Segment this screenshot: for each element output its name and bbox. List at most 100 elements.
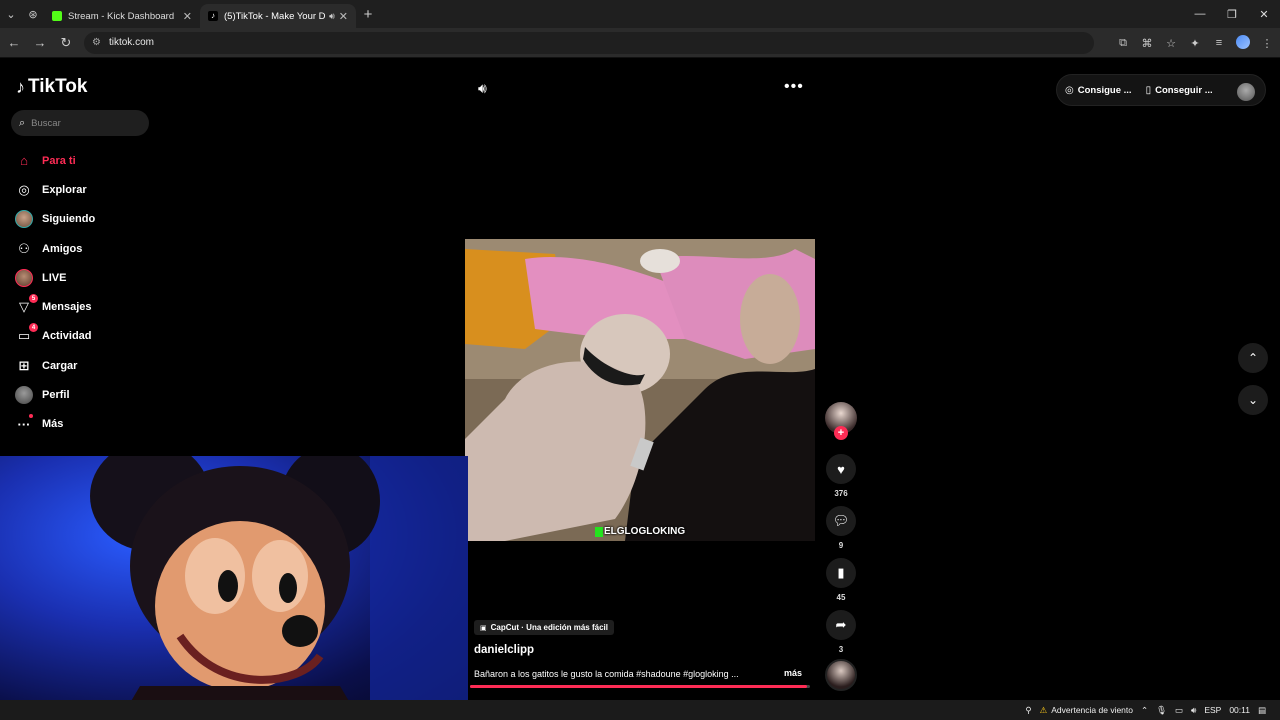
tab-title: (5)TikTok - Make Your Day	[224, 10, 326, 22]
keyboard-language[interactable]: ESP	[1204, 705, 1221, 715]
video-progress-bar[interactable]	[470, 685, 810, 688]
network-search-icon[interactable]: ⚲	[1025, 705, 1031, 716]
upload-icon: ⊞	[18, 357, 30, 373]
tab-search-icon[interactable]: ⌄	[0, 3, 22, 25]
live-avatar-icon	[14, 268, 34, 288]
user-avatar[interactable]	[1237, 83, 1255, 101]
get-app-button[interactable]: ▯ Conseguir ...	[1146, 85, 1213, 96]
browser-tab-kick[interactable]: Stream - Kick Dashboard ✕	[44, 4, 200, 28]
webcam-mascot-image	[90, 456, 468, 720]
cast-icon[interactable]: ⧉	[1112, 37, 1134, 50]
more-icon: ···	[14, 414, 34, 434]
video-options-icon[interactable]: •••	[784, 78, 804, 96]
microphone-icon[interactable]: 🎙︎	[1156, 705, 1167, 716]
sidebar-item-label: Para ti	[42, 154, 76, 167]
search-icon: ⌕	[19, 116, 26, 129]
sidebar-item-siguiendo[interactable]: Siguiendo	[14, 205, 95, 234]
previous-video-button[interactable]: ⌃	[1238, 343, 1268, 373]
comment-icon: 💬︎	[832, 513, 850, 528]
sidebar-item-label: LIVE	[42, 271, 67, 284]
capcut-tag[interactable]: ▣ CapCut · Una edición más fácil	[474, 620, 614, 635]
sidebar-item-label: Amigos	[42, 242, 83, 255]
search-input[interactable]	[31, 117, 132, 129]
messages-icon: ▽ 5	[14, 294, 38, 317]
media-controls-icon[interactable]: ≡	[1208, 37, 1230, 49]
next-video-button[interactable]: ⌄	[1238, 385, 1268, 415]
sidebar-item-mensajes[interactable]: ▽ 5 Mensajes	[14, 292, 95, 321]
tray-chevron-icon[interactable]: ⌃	[1141, 705, 1148, 716]
like-count: 376	[834, 489, 848, 498]
sidebar-item-amigos[interactable]: ⚇ Amigos	[14, 234, 95, 263]
sidebar-item-label: Cargar	[42, 359, 78, 372]
pinned-tab-icon[interactable]: ⊛	[22, 3, 44, 25]
get-coins-button[interactable]: ◎ Consigue ...	[1065, 85, 1132, 96]
url-text: tiktok.com	[108, 37, 154, 48]
browser-tab-bar: ⌄ ⊛ Stream - Kick Dashboard ✕ ♪ (5)TikTo…	[0, 0, 1280, 28]
notifications-icon[interactable]: ▤	[1258, 705, 1266, 716]
sidebar-item-explorar[interactable]: ◎ Explorar	[14, 175, 95, 204]
save-button[interactable]: ▮	[826, 558, 856, 588]
sidebar-item-mas[interactable]: ··· Más	[14, 410, 95, 439]
close-tab-icon[interactable]: ✕	[183, 10, 192, 23]
like-button[interactable]: ♥	[826, 454, 856, 484]
sidebar-item-cargar[interactable]: ⊞ Cargar	[14, 351, 95, 380]
browser-menu-icon[interactable]: ⋮	[1256, 37, 1278, 50]
bookmark-icon: ▮	[837, 565, 845, 580]
profile-avatar-icon	[14, 385, 34, 405]
follow-plus-icon[interactable]: +	[834, 426, 848, 440]
sidebar-item-perfil[interactable]: Perfil	[14, 380, 95, 409]
home-icon: ⌂	[20, 153, 28, 169]
more-description-button[interactable]: más	[784, 668, 802, 678]
minimize-icon[interactable]: —	[1184, 0, 1216, 28]
video-description: Bañaron a los gatitos le gusto la comida…	[474, 669, 739, 679]
sidebar-item-live[interactable]: LIVE	[14, 263, 95, 292]
close-window-icon[interactable]: ✕	[1248, 0, 1280, 28]
new-tab-button[interactable]: +	[356, 6, 380, 23]
volume-icon[interactable]: 🔊︎	[478, 80, 487, 97]
browser-tab-tiktok[interactable]: ♪ (5)TikTok - Make Your Day 🔊︎ ✕	[200, 4, 356, 28]
compass-icon: ◎	[18, 181, 30, 197]
system-tray: ⚲ ⚠ Advertencia de viento ⌃ 🎙︎ ▭ 🔊︎ ESP …	[1017, 700, 1266, 720]
restore-icon[interactable]: ❐	[1216, 0, 1248, 28]
video-player[interactable]: ELGLOGLOKING	[465, 239, 815, 541]
comment-button[interactable]: 💬︎	[826, 506, 856, 536]
profile-icon[interactable]	[1232, 34, 1254, 52]
reload-icon[interactable]: ↻	[54, 31, 78, 55]
save-count: 45	[836, 593, 846, 602]
taskbar-clock[interactable]: 00:11	[1229, 705, 1250, 715]
display-icon[interactable]: ▭	[1175, 705, 1183, 716]
following-avatar-icon	[14, 209, 34, 229]
messages-badge: 5	[29, 294, 38, 304]
search-box[interactable]: ⌕	[11, 110, 149, 136]
forward-icon[interactable]: →	[28, 31, 52, 55]
bookmark-star-icon[interactable]: ☆	[1160, 37, 1182, 50]
video-watermark: ELGLOGLOKING	[595, 526, 685, 537]
close-tab-icon[interactable]: ✕	[339, 10, 348, 23]
heart-icon: ♥	[837, 461, 845, 477]
speaker-icon[interactable]: 🔊︎	[1191, 705, 1196, 716]
sidebar-item-label: Siguiendo	[42, 213, 96, 226]
share-button[interactable]: ➦	[826, 610, 856, 640]
warning-icon: ⚠	[1039, 704, 1048, 715]
address-bar[interactable]: ⚙ tiktok.com	[84, 31, 1094, 54]
tiktok-logo[interactable]: ♪ TikTok	[16, 76, 87, 98]
activity-icon: ▭ 4	[14, 323, 38, 346]
sidebar-item-para-ti[interactable]: ⌂ Para ti	[14, 146, 95, 175]
back-icon[interactable]: ←	[2, 31, 26, 55]
video-progress-fill	[470, 685, 807, 688]
toolbar-icons: ⧉ ⌘ ☆ ✦ ≡ ⋮	[1112, 28, 1280, 58]
weather-alert[interactable]: Advertencia de viento	[1051, 705, 1133, 715]
tab-audio-icon[interactable]: 🔊︎	[329, 11, 335, 22]
chevron-down-icon: ⌄	[1247, 393, 1259, 407]
music-disc-avatar[interactable]	[825, 659, 857, 691]
sidebar-item-actividad[interactable]: ▭ 4 Actividad	[14, 322, 95, 351]
site-info-icon[interactable]: ⚙	[92, 37, 101, 48]
capcut-icon: ▣	[480, 624, 487, 632]
extensions-icon[interactable]: ✦	[1184, 37, 1206, 50]
tiktok-favicon-icon: ♪	[208, 11, 218, 21]
video-author[interactable]: danielclipp	[474, 644, 534, 656]
sidebar-item-label: Más	[42, 418, 64, 431]
phone-icon: ▯	[1145, 84, 1152, 96]
sidebar-item-label: Perfil	[42, 389, 70, 402]
translate-icon[interactable]: ⌘	[1136, 37, 1158, 50]
